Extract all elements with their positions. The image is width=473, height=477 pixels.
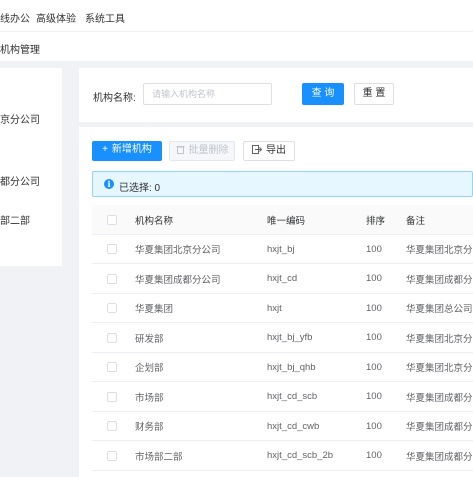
table-row[interactable]: 企划部 hxjt_bj_qhb 100 华夏集团北京分公 xyxy=(92,353,473,382)
cell-sort: 100 xyxy=(366,450,382,461)
cell-org-name: 市场部二部 xyxy=(135,451,183,463)
nav-item-online-office[interactable]: 线办公 xyxy=(0,10,30,25)
plus-icon: + xyxy=(102,144,108,155)
export-icon xyxy=(252,142,263,160)
row-checkbox[interactable] xyxy=(107,362,117,372)
cell-code: hxjt_cd_cwb xyxy=(267,420,320,432)
row-checkbox[interactable] xyxy=(107,273,117,284)
table-row[interactable]: 财务部 hxjt_cd_cwb 100 华夏集团成都分公 xyxy=(92,412,473,441)
table-header: 机构名称 唯一编码 排序 备注 xyxy=(92,205,473,235)
row-checkbox[interactable] xyxy=(107,391,117,402)
breadcrumb: 机构管理 xyxy=(0,31,473,61)
org-tree-panel: 京分公司 都分公司 部二部 xyxy=(0,68,62,266)
cell-remark: 华夏集团总公司 xyxy=(406,304,473,315)
cell-code: hxjt xyxy=(267,302,282,314)
nav-item-system-tools[interactable]: 系统工具 xyxy=(85,10,125,25)
cell-code: hxjt_bj xyxy=(267,243,295,255)
cell-sort: 100 xyxy=(366,332,382,343)
cell-remark: 华夏集团北京分公司 xyxy=(406,245,473,256)
cell-code: hxjt_cd_scb xyxy=(267,391,318,402)
table-row[interactable]: 华夏集团北京分公司 hxjt_bj 100 华夏集团北京分公司 xyxy=(92,235,473,264)
cell-sort: 100 xyxy=(366,302,382,314)
cell-org-name: 研发部 xyxy=(135,333,164,345)
cell-code: hxjt_bj_qhb xyxy=(267,361,316,373)
cell-sort: 100 xyxy=(366,273,382,284)
row-checkbox[interactable] xyxy=(107,332,117,343)
info-icon: i xyxy=(104,179,114,189)
export-button[interactable]: 导出 xyxy=(243,141,295,161)
select-all-checkbox[interactable] xyxy=(107,214,117,225)
table-card: + 新增机构 批量删除 导出 i 已选择: 0 机构名称 唯一编码 排序 备注 华… xyxy=(79,127,473,477)
row-checkbox[interactable] xyxy=(107,303,117,313)
reset-button[interactable]: 重 置 xyxy=(354,83,394,105)
export-label: 导出 xyxy=(266,145,286,156)
cell-remark: 华夏集团成都分公司 xyxy=(406,274,473,286)
cell-sort: 100 xyxy=(366,243,382,255)
header-org-name[interactable]: 机构名称 xyxy=(135,205,173,234)
tree-node-market-2[interactable]: 部二部 xyxy=(0,212,30,227)
cell-remark: 华夏集团北京分公 xyxy=(406,333,473,345)
cell-remark: 华夏集团成都分公 xyxy=(406,451,473,463)
tree-node-beijing[interactable]: 京分公司 xyxy=(0,111,40,126)
org-name-input[interactable] xyxy=(143,83,272,105)
batch-delete-label: 批量删除 xyxy=(188,145,229,156)
cell-org-name: 华夏集团 xyxy=(135,304,174,315)
row-checkbox[interactable] xyxy=(107,244,117,254)
cell-org-name: 华夏集团北京分公司 xyxy=(135,245,221,256)
cell-org-name: 财务部 xyxy=(135,422,164,433)
table-row[interactable]: 市场部二部 hxjt_cd_scb_2b 100 华夏集团成都分公 xyxy=(92,441,473,471)
header-code[interactable]: 唯一编码 xyxy=(267,205,305,234)
cell-org-name: 企划部 xyxy=(135,363,164,374)
selection-alert: i 已选择: 0 xyxy=(92,171,473,197)
row-checkbox[interactable] xyxy=(107,421,117,431)
header-remark[interactable]: 备注 xyxy=(406,205,425,234)
batch-delete-button[interactable]: 批量删除 xyxy=(169,141,235,161)
tree-node-chengdu[interactable]: 都分公司 xyxy=(0,173,40,188)
cell-remark: 华夏集团成都分公 xyxy=(406,422,473,433)
cell-remark: 华夏集团北京分公 xyxy=(406,363,473,374)
table-row[interactable]: 市场部 hxjt_cd_scb 100 华夏集团成都分公 xyxy=(92,382,473,412)
query-button[interactable]: 查 询 xyxy=(302,83,344,105)
cell-sort: 100 xyxy=(366,361,382,373)
cell-org-name: 华夏集团成都分公司 xyxy=(135,274,221,286)
add-org-label: 新增机构 xyxy=(111,144,152,155)
trash-icon xyxy=(176,142,185,160)
cell-code: hxjt_cd xyxy=(267,273,298,284)
top-nav: 线办公 高级体验 系统工具 xyxy=(0,0,473,31)
table-row[interactable]: 华夏集团 hxjt 100 华夏集团总公司 xyxy=(92,294,473,323)
cell-org-name: 市场部 xyxy=(135,392,164,404)
row-checkbox[interactable] xyxy=(107,450,117,461)
cell-sort: 100 xyxy=(366,391,382,402)
cell-code: hxjt_cd_scb_2b xyxy=(267,450,334,461)
search-card: 机构名称: 查 询 重 置 xyxy=(79,68,473,122)
cell-remark: 华夏集团成都分公 xyxy=(406,392,473,404)
table-row[interactable]: 华夏集团成都分公司 hxjt_cd 100 华夏集团成都分公司 xyxy=(92,264,473,294)
header-sort[interactable]: 排序 xyxy=(366,205,385,234)
nav-item-advanced-experience[interactable]: 高级体验 xyxy=(36,10,76,25)
org-name-label: 机构名称: xyxy=(93,93,136,104)
add-org-button[interactable]: + 新增机构 xyxy=(92,141,162,161)
cell-sort: 100 xyxy=(366,420,382,432)
table-row[interactable]: 研发部 hxjt_bj_yfb 100 华夏集团北京分公 xyxy=(92,323,473,353)
breadcrumb-current[interactable]: 机构管理 xyxy=(0,41,40,56)
cell-code: hxjt_bj_yfb xyxy=(267,332,313,343)
selection-count: 已选择: 0 xyxy=(119,183,161,194)
